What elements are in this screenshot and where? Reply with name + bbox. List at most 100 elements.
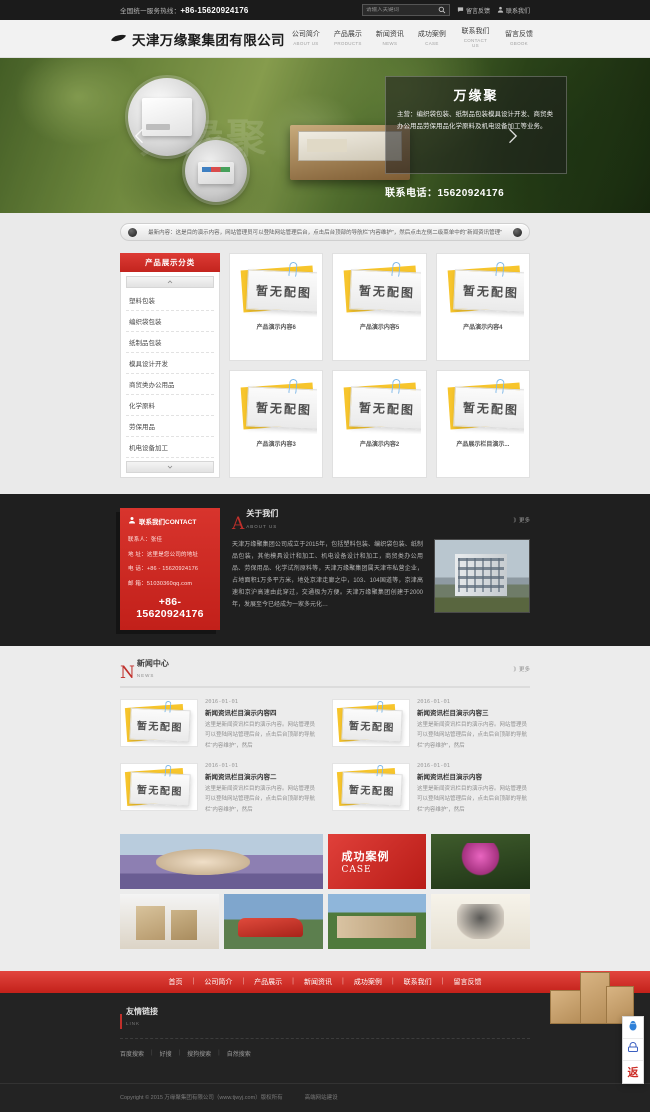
category-item-5[interactable]: 化学原料: [126, 395, 214, 416]
category-item-0[interactable]: 塑料包装: [126, 290, 214, 311]
message-icon: [457, 6, 464, 15]
banner-text-panel: 万缘聚 主营：编织袋包装、纸制品包装模具设计开发、商贸类办公用品劳保用品化学原料…: [385, 76, 567, 174]
top-link-message[interactable]: 留言反馈: [457, 6, 490, 15]
top-hotline-number: +86-15620924176: [180, 6, 249, 15]
footer-nav-contact[interactable]: 联系我们: [394, 977, 442, 987]
logo-text: 天津万缘聚集团有限公司: [132, 32, 285, 48]
footer-nav-case[interactable]: 成功案例: [344, 977, 392, 987]
products-section: 产品展示分类 塑料包装 编织袋包装 纸制品包装 模具设计开发 商贸类办公用品 化…: [0, 249, 650, 494]
nav-item-contact-en: CONTACT US: [463, 37, 488, 49]
case-image-car[interactable]: [223, 893, 323, 949]
news-thumbnail: 暂无配图: [332, 762, 410, 811]
news-section: N 新闻中心 NEWS 》更多 暂无配图 2016-01-01 新闻资讯栏目演示…: [0, 645, 650, 830]
category-item-4[interactable]: 商贸类办公用品: [126, 374, 214, 395]
about-text: 天津万缘聚集团公司成立于2015年，包括塑料包装、编织袋包装、纸制品包装，其他模…: [232, 542, 423, 608]
top-link-contact[interactable]: 联系我们: [497, 6, 530, 15]
nav-item-case[interactable]: 成功案例 CASE: [411, 31, 453, 46]
case-image-flower[interactable]: [431, 833, 530, 889]
placeholder-word: 暂无配图: [359, 283, 416, 300]
friendly-link-sogou[interactable]: 搜狗搜索: [180, 1049, 218, 1058]
news-desc: 这里是新闻资讯栏目的演示内容。网站管理员可以登陆网站管理后台，点击后台顶部的导航…: [205, 785, 316, 814]
news-drop-cap: N: [120, 663, 135, 684]
footer-nav-products[interactable]: 产品展示: [244, 977, 292, 987]
category-scroll-up-button[interactable]: [126, 276, 214, 288]
product-card-4[interactable]: 暂无配图 产品演示内容2: [332, 370, 427, 478]
case-title-block[interactable]: 成功案例 CASE: [327, 833, 427, 889]
case-image-inkpainting[interactable]: [431, 893, 530, 949]
news-more-link[interactable]: 》更多: [513, 665, 530, 673]
contact-card-title: 联系我们CONTACT: [128, 516, 212, 526]
footer-nav-home[interactable]: 首页: [159, 977, 193, 987]
friendly-link-baidu[interactable]: 百度搜索: [120, 1049, 151, 1058]
footer-nav-about[interactable]: 公司简介: [194, 977, 242, 987]
footer-nav-gbook[interactable]: 留言反馈: [443, 977, 491, 987]
nav-item-products-cn: 产品展示: [333, 30, 362, 38]
product-image-placeholder: 暂无配图: [235, 377, 318, 434]
nav-item-products[interactable]: 产品展示 PRODUCTS: [327, 31, 369, 46]
case-image-playground[interactable]: [327, 893, 427, 949]
news-item[interactable]: 暂无配图 2016-01-01 新闻资讯栏目演示内容 这里是新闻资讯栏目的演示内…: [332, 762, 530, 816]
banner-prev-arrow[interactable]: [130, 126, 150, 146]
site-logo[interactable]: 天津万缘聚集团有限公司: [110, 29, 285, 49]
case-image-lavender[interactable]: [120, 833, 323, 889]
contact-big-phone: +86-15620924176: [136, 595, 204, 620]
friendly-link-haosou[interactable]: 好搜: [153, 1049, 179, 1058]
category-item-1[interactable]: 编织袋包装: [126, 311, 214, 332]
product-card-5[interactable]: 暂无配图 产品展示栏目演示...: [435, 370, 530, 478]
product-name: 产品演示内容2: [359, 442, 400, 448]
search-icon[interactable]: [438, 6, 446, 14]
news-item[interactable]: 暂无配图 2016-01-01 新闻资讯栏目演示内容二 这里是新闻资讯栏目的演示…: [120, 762, 318, 816]
category-item-7[interactable]: 机电设备加工: [126, 437, 214, 458]
nav-item-news[interactable]: 新闻资讯 NEWS: [369, 31, 411, 46]
about-heading: A 关于我们 ABOUT US 》更多: [232, 508, 530, 532]
about-section: 联系我们CONTACT 联系人：张佳 地 址：这里是您公司的地址 电 话：+86…: [0, 494, 650, 646]
news-title-en: NEWS: [136, 673, 155, 678]
product-grid: 暂无配图 产品演示内容6 暂无配图 产品演示内容5 暂无配图 产品演示内容4 暂…: [229, 253, 530, 478]
notice-bar[interactable]: 最新内容：这是目的演示内容，网站管理员可以登陆网站管理后台，点击后台顶部的导航栏…: [120, 223, 530, 241]
nav-item-gbook[interactable]: 留言反馈 GBOOK: [498, 31, 540, 46]
search-box[interactable]: [361, 4, 450, 16]
contact-email: 邮 箱：51030360qq.com: [128, 580, 193, 587]
about-more-link[interactable]: 》更多: [513, 516, 530, 524]
website-builder-link[interactable]: 高端网站建设: [305, 1093, 338, 1101]
nav-item-about-en: ABOUT US: [293, 40, 319, 46]
telephone-button[interactable]: [623, 1039, 643, 1061]
product-card-0[interactable]: 暂无配图 产品演示内容6: [229, 253, 324, 361]
divider: [120, 1037, 530, 1039]
qq-chat-button[interactable]: [623, 1017, 643, 1039]
search-input[interactable]: [365, 7, 438, 13]
category-item-3[interactable]: 模具设计开发: [126, 353, 214, 374]
main-nav: 公司简介 ABOUT US 产品展示 PRODUCTS 新闻资讯 NEWS 成功…: [285, 28, 540, 49]
leaf-logo-icon: [110, 34, 127, 43]
banner-next-arrow[interactable]: [502, 126, 522, 146]
paperclip-icon: [288, 378, 298, 395]
product-card-2[interactable]: 暂无配图 产品演示内容4: [435, 253, 530, 361]
friendly-link-ziran[interactable]: 自然搜索: [220, 1049, 258, 1058]
nav-item-contact[interactable]: 联系我们 CONTACT US: [453, 28, 498, 49]
category-scroll-down-button[interactable]: [126, 461, 214, 473]
placeholder-word: 暂无配图: [255, 283, 313, 300]
paperclip-icon: [376, 764, 384, 777]
case-image-paperbags[interactable]: [120, 893, 219, 949]
news-item[interactable]: 暂无配图 2016-01-01 新闻资讯栏目演示内容四 这里是新闻资讯栏目的演示…: [120, 698, 318, 752]
footer-nav-news[interactable]: 新闻资讯: [294, 977, 342, 987]
product-name: 产品演示内容6: [256, 325, 296, 331]
placeholder-word: 暂无配图: [348, 720, 396, 733]
nav-item-about[interactable]: 公司简介 ABOUT US: [285, 31, 327, 46]
category-item-6[interactable]: 劳保用品: [126, 416, 214, 437]
category-item-2[interactable]: 纸制品包装: [126, 332, 214, 353]
back-to-top-button[interactable]: 返: [623, 1061, 643, 1083]
product-image-placeholder: 暂无配图: [441, 260, 524, 317]
page-root: 全国统一服务热线：+86-15620924176 留言反馈: [0, 0, 650, 1112]
product-card-1[interactable]: 暂无配图 产品演示内容5: [332, 253, 427, 361]
placeholder-word: 暂无配图: [359, 400, 416, 417]
user-icon: [497, 6, 504, 15]
product-card-3[interactable]: 暂无配图 产品演示内容3: [229, 370, 324, 478]
notice-section: 最新内容：这是目的演示内容，网站管理员可以登陆网站管理后台，点击后台顶部的导航栏…: [0, 213, 650, 249]
contact-icon: [128, 516, 136, 526]
contact-card-title-text: 联系我们CONTACT: [139, 519, 197, 526]
news-grid: 暂无配图 2016-01-01 新闻资讯栏目演示内容四 这里是新闻资讯栏目的演示…: [120, 698, 530, 816]
news-item[interactable]: 暂无配图 2016-01-01 新闻资讯栏目演示内容三 这里是新闻资讯栏目的演示…: [332, 698, 530, 752]
product-name: 产品演示内容4: [463, 325, 503, 331]
heading-accent-bar: [120, 1013, 122, 1029]
